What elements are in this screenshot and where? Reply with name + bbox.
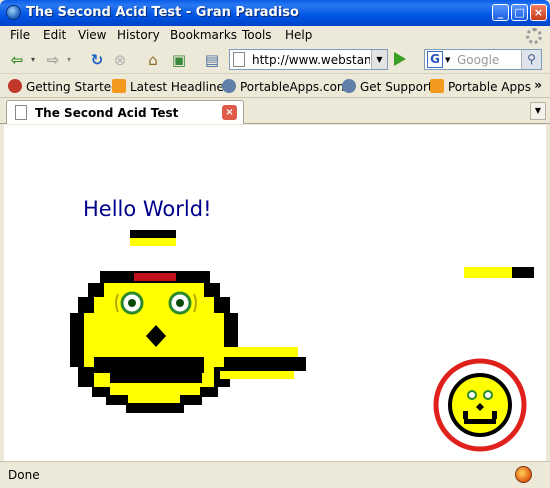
black-bar: [512, 267, 534, 278]
tab-close-icon[interactable]: ×: [222, 105, 237, 120]
minimize-button[interactable]: _: [492, 4, 509, 21]
bookmarks-toolbar: Getting Started Latest Headlines Portabl…: [0, 74, 550, 98]
sidebar-icon[interactable]: ▤: [203, 52, 221, 68]
tab-list-dropdown-icon[interactable]: ▼: [530, 102, 546, 120]
close-button[interactable]: ×: [530, 4, 547, 21]
hat-top-bar: [130, 230, 176, 238]
tab-acid-test[interactable]: The Second Acid Test ×: [6, 100, 244, 124]
menu-bar: File Edit View History Bookmarks Tools H…: [0, 26, 550, 46]
bookmark-get-support[interactable]: Get Support: [342, 79, 433, 94]
acid-smiley-face: [70, 271, 306, 413]
status-text: Done: [8, 468, 40, 482]
menu-tools[interactable]: Tools: [242, 28, 272, 42]
menu-file[interactable]: File: [10, 28, 30, 42]
go-arrow-icon[interactable]: [394, 52, 406, 66]
menu-edit[interactable]: Edit: [43, 28, 66, 42]
tab-label: The Second Acid Test: [35, 106, 179, 120]
page-content: Hello World!: [4, 125, 546, 461]
rss-icon: [430, 79, 444, 93]
new-tab-icon[interactable]: ▣: [170, 52, 188, 68]
bookmark-label: PortableApps.com: [240, 80, 349, 94]
maximize-button[interactable]: □: [511, 4, 528, 21]
reload-icon[interactable]: ↻: [88, 52, 106, 68]
window-title: The Second Acid Test - Gran Paradiso: [26, 5, 299, 20]
url-bar[interactable]: http://www.webstanda ▼: [229, 49, 388, 70]
bookmark-getting-started[interactable]: Getting Started: [8, 79, 119, 94]
menu-view[interactable]: View: [78, 28, 106, 42]
bookmark-label: Latest Headlines: [130, 80, 231, 94]
bookmark-label: Portable Apps: [448, 80, 531, 94]
rss-icon: [112, 79, 126, 93]
tab-strip: The Second Acid Test × ▼: [0, 98, 550, 124]
firefox-status-icon: [515, 466, 532, 483]
reference-smiley-ring: [433, 358, 527, 452]
loading-throbber-icon: [526, 28, 542, 44]
forward-dropdown-icon[interactable]: ▾: [64, 52, 74, 68]
stop-icon[interactable]: ⊗: [111, 52, 129, 68]
bookmark-latest-headlines[interactable]: Latest Headlines: [112, 79, 230, 94]
menu-bookmarks[interactable]: Bookmarks: [170, 28, 237, 42]
home-icon[interactable]: ⌂: [144, 52, 162, 68]
menu-help[interactable]: Help: [285, 28, 312, 42]
back-dropdown-icon[interactable]: ▾: [28, 52, 38, 68]
search-icon[interactable]: ⚲: [521, 50, 541, 69]
yellow-bar: [464, 267, 512, 278]
status-bar: Done: [0, 461, 550, 488]
portableapps-icon: [342, 79, 356, 93]
hat-brim-bar: [130, 238, 176, 246]
hello-world-heading: Hello World!: [83, 197, 212, 221]
search-bar[interactable]: G ▼ Google ⚲: [424, 49, 542, 70]
portableapps-icon: [222, 79, 236, 93]
page-icon: [233, 52, 245, 67]
title-bar[interactable]: The Second Acid Test - Gran Paradiso _ □…: [0, 0, 550, 26]
back-arrow-icon[interactable]: ⇦: [8, 52, 26, 68]
url-text[interactable]: http://www.webstanda: [252, 53, 370, 67]
bookmark-portable-apps[interactable]: Portable Apps: [430, 79, 531, 94]
firefox-icon: [8, 79, 22, 93]
url-dropdown-icon[interactable]: ▼: [371, 50, 387, 69]
bookmark-label: Get Support: [360, 80, 433, 94]
forward-arrow-icon[interactable]: ⇨: [44, 52, 62, 68]
browser-logo-icon: [6, 5, 21, 20]
bookmark-portableapps-com[interactable]: PortableApps.com: [222, 79, 349, 94]
google-engine-icon[interactable]: G: [427, 51, 443, 68]
bookmark-label: Getting Started: [26, 80, 119, 94]
bookmarks-overflow-chevron-icon[interactable]: »: [534, 78, 542, 92]
engine-dropdown-icon[interactable]: ▼: [445, 56, 450, 64]
menu-history[interactable]: History: [117, 28, 160, 42]
search-placeholder[interactable]: Google: [457, 53, 499, 67]
page-icon: [15, 105, 27, 120]
